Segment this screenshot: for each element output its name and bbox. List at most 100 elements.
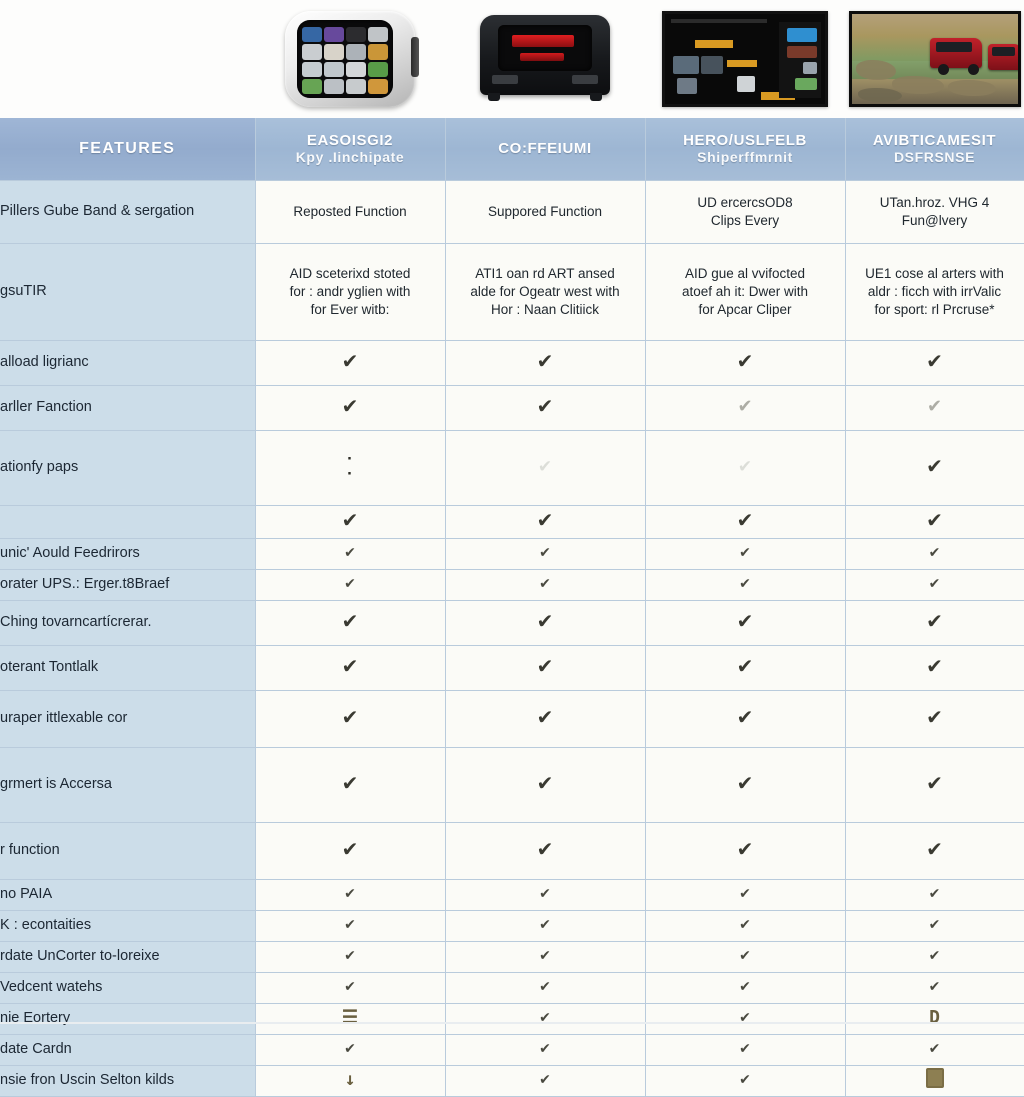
- column-header-4[interactable]: AVIBTICAMESIT DSFRSNSE: [845, 118, 1024, 181]
- support-mark-cell: ✔: [845, 569, 1024, 601]
- dots-icon: · ·: [347, 448, 353, 484]
- check-icon: ✔: [926, 396, 943, 417]
- check-icon: ✔: [539, 544, 551, 561]
- table-row: rdate UnCorter to-loreixe ✔ ✔ ✔ ✔: [0, 941, 1024, 973]
- check-icon: ✔: [341, 509, 359, 532]
- description-line: UE1 cose al arters with: [865, 266, 1004, 282]
- support-mark-cell: ✔: [445, 569, 646, 601]
- feature-label-cell: uraper ittlexable cor: [0, 690, 256, 748]
- check-icon: ✔: [539, 885, 551, 902]
- check-icon: ✔: [536, 838, 554, 861]
- support-mark-cell: ✔: [445, 538, 646, 570]
- check-icon: ✔: [344, 885, 356, 902]
- check-icon: ✔: [928, 947, 941, 964]
- table-row: arller Fanction ✔ ✔ ✔ ✔: [0, 385, 1024, 431]
- offroad-vehicle-photo-image: [848, 11, 1021, 107]
- support-mark-cell: ✔: [845, 385, 1024, 431]
- support-mark-cell: ✔: [645, 1003, 846, 1035]
- support-mark-cell: ✔: [445, 430, 646, 506]
- product-image-strip: [0, 0, 1024, 118]
- support-mark-cell: ✔: [445, 690, 646, 748]
- column-header-features[interactable]: FEATURES: [0, 118, 256, 181]
- feature-label-cell: no PAIA: [0, 879, 256, 911]
- support-mark-cell: ✔: [255, 690, 446, 748]
- feature-label-cell: orater UPS.: Erger.t8Braef: [0, 569, 256, 601]
- feature-label-cell: r function: [0, 822, 256, 880]
- check-icon: ✔: [926, 772, 943, 795]
- check-icon: ✔: [341, 350, 359, 373]
- support-mark-cell: ☰: [255, 1003, 446, 1035]
- check-icon: ✔: [536, 655, 554, 678]
- check-icon: ✔: [341, 772, 359, 795]
- check-icon: ✔: [928, 544, 941, 561]
- product-image-2[interactable]: [445, 0, 645, 118]
- check-icon: ✔: [928, 1040, 941, 1057]
- support-mark-cell: [845, 1065, 1024, 1097]
- description-line: Clips Every: [710, 213, 780, 228]
- symbol-glyph-icon: ☰: [341, 1006, 359, 1028]
- check-icon: ✔: [539, 947, 551, 964]
- support-mark-cell: ✔: [645, 385, 846, 431]
- description-line: AID gue al vvifocted: [684, 266, 806, 282]
- check-icon: ✔: [344, 916, 356, 933]
- check-icon: ✔: [926, 350, 943, 373]
- product-image-3[interactable]: [645, 0, 845, 118]
- phone-screen: [297, 20, 393, 98]
- check-icon: ✔: [736, 509, 754, 532]
- table-row: ationfy paps · · ✔ ✔ ✔: [0, 430, 1024, 506]
- description-cell: UTan.hroz. VHG 4 Fun@lvery: [845, 180, 1024, 244]
- feature-label-cell: rdate UnCorter to-loreixe: [0, 941, 256, 973]
- check-icon: ✔: [539, 978, 551, 995]
- product-image-4[interactable]: [845, 0, 1024, 118]
- check-icon: ✔: [739, 978, 751, 995]
- check-icon: ✔: [928, 885, 941, 902]
- column-header-4-title: AVIBTICAMESIT: [872, 131, 997, 149]
- support-mark-cell: ✔: [845, 972, 1024, 1004]
- check-icon: ✔: [926, 706, 943, 729]
- check-icon: ✔: [739, 544, 751, 561]
- table-row: oterant Tontlalk ✔ ✔ ✔ ✔: [0, 645, 1024, 691]
- table-row: grmert is Accersa ✔ ✔ ✔ ✔: [0, 747, 1024, 823]
- description-line: for : andr yglien with: [289, 284, 411, 300]
- table-row: unic' Aould Feedrirors ✔ ✔ ✔ ✔: [0, 538, 1024, 570]
- support-mark-cell: ✔: [645, 879, 846, 911]
- comparison-table-page: FEATURES EASOISGI2 Kpy .Iinchipate CO:FF…: [0, 0, 1024, 1097]
- column-header-2[interactable]: CO:FFEIUMI: [445, 118, 646, 181]
- description-cell: AID gue al vvifocted atoef ah it: Dwer wi…: [645, 243, 846, 341]
- support-mark-cell: ✔: [645, 340, 846, 386]
- description-line: AID sceterixd stoted: [289, 266, 411, 282]
- table-row: gsuTIR AID sceterixd stoted for : andr ygl…: [0, 243, 1024, 341]
- description-cell: Reposted Function: [255, 180, 446, 244]
- description-line: for Apcar Cliper: [698, 301, 792, 317]
- description-line: ATI1 oan rd ART ansed: [475, 266, 615, 282]
- support-mark-cell: ✔: [445, 645, 646, 691]
- feature-label-cell: arller Fanction: [0, 385, 256, 431]
- support-mark-cell: ✔: [445, 600, 646, 646]
- support-mark-cell: ✔: [255, 569, 446, 601]
- support-mark-cell: ✔: [445, 910, 646, 942]
- column-header-3[interactable]: HERO/USLFELB Shiperffmrnit: [645, 118, 846, 181]
- check-icon: ✔: [736, 706, 754, 729]
- support-mark-cell: ✔: [645, 941, 846, 973]
- column-header-1[interactable]: EASOISGI2 Kpy .Iinchipate: [255, 118, 446, 181]
- description-line: for sport: rl Prcruse*: [874, 301, 995, 317]
- support-mark-cell: ✔: [445, 385, 646, 431]
- table-row: uraper ittlexable cor ✔ ✔ ✔ ✔: [0, 690, 1024, 748]
- description-cell: ATI1 oan rd ART ansed alde for Ogeatr wes…: [445, 243, 646, 341]
- description-cell: AID sceterixd stoted for : andr yglien wi…: [255, 243, 446, 341]
- software-interface-screenshot-image: [662, 11, 828, 107]
- support-mark-cell: ✔: [255, 747, 446, 823]
- support-mark-cell: ✔: [845, 430, 1024, 506]
- support-mark-cell: ✔: [845, 879, 1024, 911]
- support-mark-cell: ✔: [255, 600, 446, 646]
- support-mark-cell: ✔: [645, 747, 846, 823]
- check-icon: ✔: [537, 456, 553, 476]
- description-line: Fun@lvery: [901, 213, 968, 228]
- feature-label-cell: Pillers Gube Band & sergation: [0, 180, 256, 244]
- feature-label-cell: gsuTIR: [0, 243, 256, 341]
- support-mark-cell: · ·: [255, 430, 446, 506]
- product-image-1[interactable]: [255, 0, 445, 118]
- check-icon: ✔: [736, 655, 754, 678]
- table-row: orater UPS.: Erger.t8Braef ✔ ✔ ✔ ✔: [0, 569, 1024, 601]
- check-icon: ✔: [341, 838, 359, 861]
